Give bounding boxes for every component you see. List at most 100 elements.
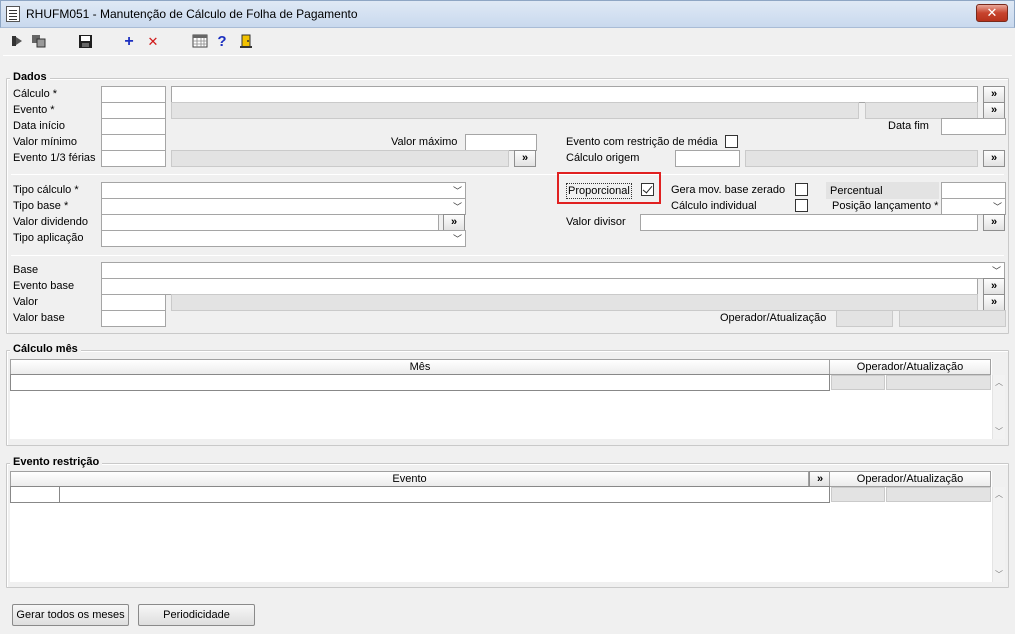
valor-dividendo-input[interactable]	[101, 214, 439, 231]
calculo-mes-scrollbar[interactable]: ︿ ﹀	[992, 375, 1005, 439]
valor-divisor-input[interactable]	[640, 214, 978, 231]
percentual-label: Percentual	[830, 185, 883, 197]
valor-base-input[interactable]	[101, 310, 166, 327]
valor-description-field	[171, 294, 978, 311]
valor-minimo-label: Valor mínimo	[13, 136, 77, 148]
valor-minimo-input[interactable]	[101, 134, 166, 151]
calculo-label: Cálculo *	[13, 88, 58, 100]
base-select[interactable]: ﹀	[101, 262, 1005, 279]
tipo-base-select[interactable]: ﹀	[101, 198, 466, 215]
evento-extra-field	[865, 102, 978, 119]
evento-label: Evento *	[13, 104, 55, 116]
gera-mov-checkbox[interactable]	[795, 183, 808, 196]
evento-description-field	[171, 102, 859, 119]
scroll-down-icon[interactable]: ﹀	[995, 569, 1003, 580]
chevron-down-icon: ﹀	[452, 186, 462, 196]
evento-restricao-code-input[interactable]	[10, 486, 60, 503]
dados-separator-2	[11, 255, 1004, 256]
scroll-down-icon[interactable]: ﹀	[995, 426, 1003, 437]
chevron-down-icon: ﹀	[452, 234, 462, 244]
operador-atualizacao-label: Operador/Atualização	[720, 312, 827, 324]
evento-restricao-media-label: Evento com restrição de média	[566, 136, 718, 148]
valor-code-input[interactable]	[101, 294, 166, 311]
tipo-base-label: Tipo base *	[13, 200, 69, 212]
calculo-origem-lookup-button[interactable]: »	[983, 150, 1005, 167]
posicao-lancamento-label: Posição lançamento *	[832, 200, 939, 212]
evento-restricao-lookup-button[interactable]: »	[809, 471, 831, 487]
col-header-operador[interactable]: Operador/Atualização	[829, 359, 991, 375]
periodicidade-button[interactable]: Periodicidade	[138, 604, 255, 626]
help-icon[interactable]: ?	[213, 34, 231, 50]
calculo-lookup-button[interactable]: »	[983, 86, 1005, 103]
evento-ferias-code-input[interactable]	[101, 150, 166, 167]
valor-divisor-lookup-button[interactable]: »	[983, 214, 1005, 231]
base-label: Base	[13, 264, 39, 276]
evento-restricao-operador-cell	[831, 487, 885, 502]
calculo-code-input[interactable]	[101, 86, 166, 103]
calculo-mes-operador-cell	[831, 375, 885, 390]
close-button[interactable]: ✕	[976, 4, 1008, 22]
evento-ferias-label: Evento 1/3 férias	[13, 152, 96, 164]
data-inicio-label: Data início	[13, 120, 65, 132]
proporcional-checkbox[interactable]	[641, 183, 654, 196]
calculo-origem-label: Cálculo origem	[566, 152, 640, 164]
chevron-down-icon: ﹀	[991, 266, 1001, 276]
evento-ferias-lookup-button[interactable]: »	[514, 150, 536, 167]
proporcional-label: Proporcional	[566, 183, 632, 199]
data-fim-input[interactable]	[941, 118, 1006, 135]
evento-restricao-description-input[interactable]	[59, 486, 830, 503]
col-header-evento[interactable]: Evento	[10, 471, 809, 487]
evento-base-label: Evento base	[13, 280, 75, 292]
add-icon[interactable]: +	[120, 34, 138, 50]
scroll-up-icon[interactable]: ︿	[995, 489, 1003, 500]
evento-ferias-description-field	[171, 150, 509, 167]
dados-legend: Dados	[10, 71, 50, 83]
chevron-down-icon: ﹀	[992, 202, 1002, 212]
valor-maximo-label: Valor máximo	[391, 136, 458, 148]
calculo-individual-checkbox[interactable]	[795, 199, 808, 212]
calculo-mes-legend: Cálculo mês	[10, 343, 81, 355]
evento-base-input[interactable]	[101, 278, 978, 295]
evento-restricao-media-checkbox[interactable]	[725, 135, 738, 148]
calendar-icon[interactable]	[191, 34, 209, 50]
calculo-mes-atualizacao-cell	[886, 375, 991, 390]
chevron-down-icon: ﹀	[452, 202, 462, 212]
posicao-lancamento-select[interactable]: ﹀	[941, 198, 1006, 215]
atualizacao-field	[899, 310, 1006, 327]
col-header-operador-evento[interactable]: Operador/Atualização	[829, 471, 991, 487]
calculo-origem-description-field	[745, 150, 978, 167]
valor-maximo-input[interactable]	[465, 134, 537, 151]
toolbar-separator	[3, 55, 1012, 56]
exit-icon[interactable]	[237, 34, 255, 50]
evento-code-input[interactable]	[101, 102, 166, 119]
valor-label: Valor	[13, 296, 38, 308]
valor-dividendo-label: Valor dividendo	[13, 216, 89, 228]
calculo-description-input[interactable]	[171, 86, 978, 103]
calculo-origem-code-input[interactable]	[675, 150, 740, 167]
window-title: RHUFM051 - Manutenção de Cálculo de Folh…	[26, 7, 358, 21]
delete-icon[interactable]: ✕	[144, 34, 162, 50]
tipo-aplicacao-select[interactable]: ﹀	[101, 230, 466, 247]
scroll-up-icon[interactable]: ︿	[995, 377, 1003, 388]
tipo-calculo-label: Tipo cálculo *	[13, 184, 79, 196]
dados-separator-1	[11, 174, 1004, 175]
calculo-mes-row-input[interactable]	[10, 374, 830, 391]
tipo-aplicacao-label: Tipo aplicação	[13, 232, 84, 244]
evento-restricao-scrollbar[interactable]: ︿ ﹀	[992, 487, 1005, 582]
evento-base-lookup-button[interactable]: »	[983, 278, 1005, 295]
valor-divisor-label: Valor divisor	[566, 216, 626, 228]
valor-base-label: Valor base	[13, 312, 65, 324]
copy-icon[interactable]	[30, 34, 48, 50]
operador-field	[836, 310, 893, 327]
tipo-calculo-select[interactable]: ﹀	[101, 182, 466, 199]
col-header-mes[interactable]: Mês	[10, 359, 830, 375]
gerar-todos-meses-button[interactable]: Gerar todos os meses	[12, 604, 129, 626]
percentual-input[interactable]	[941, 182, 1006, 199]
save-icon[interactable]	[76, 34, 94, 50]
evento-lookup-button[interactable]: »	[983, 102, 1005, 119]
valor-dividendo-lookup-button[interactable]: »	[443, 214, 465, 231]
evento-restricao-atualizacao-cell	[886, 487, 991, 502]
data-inicio-input[interactable]	[101, 118, 166, 135]
nav-first-icon[interactable]	[8, 34, 26, 50]
valor-lookup-button[interactable]: »	[983, 294, 1005, 311]
